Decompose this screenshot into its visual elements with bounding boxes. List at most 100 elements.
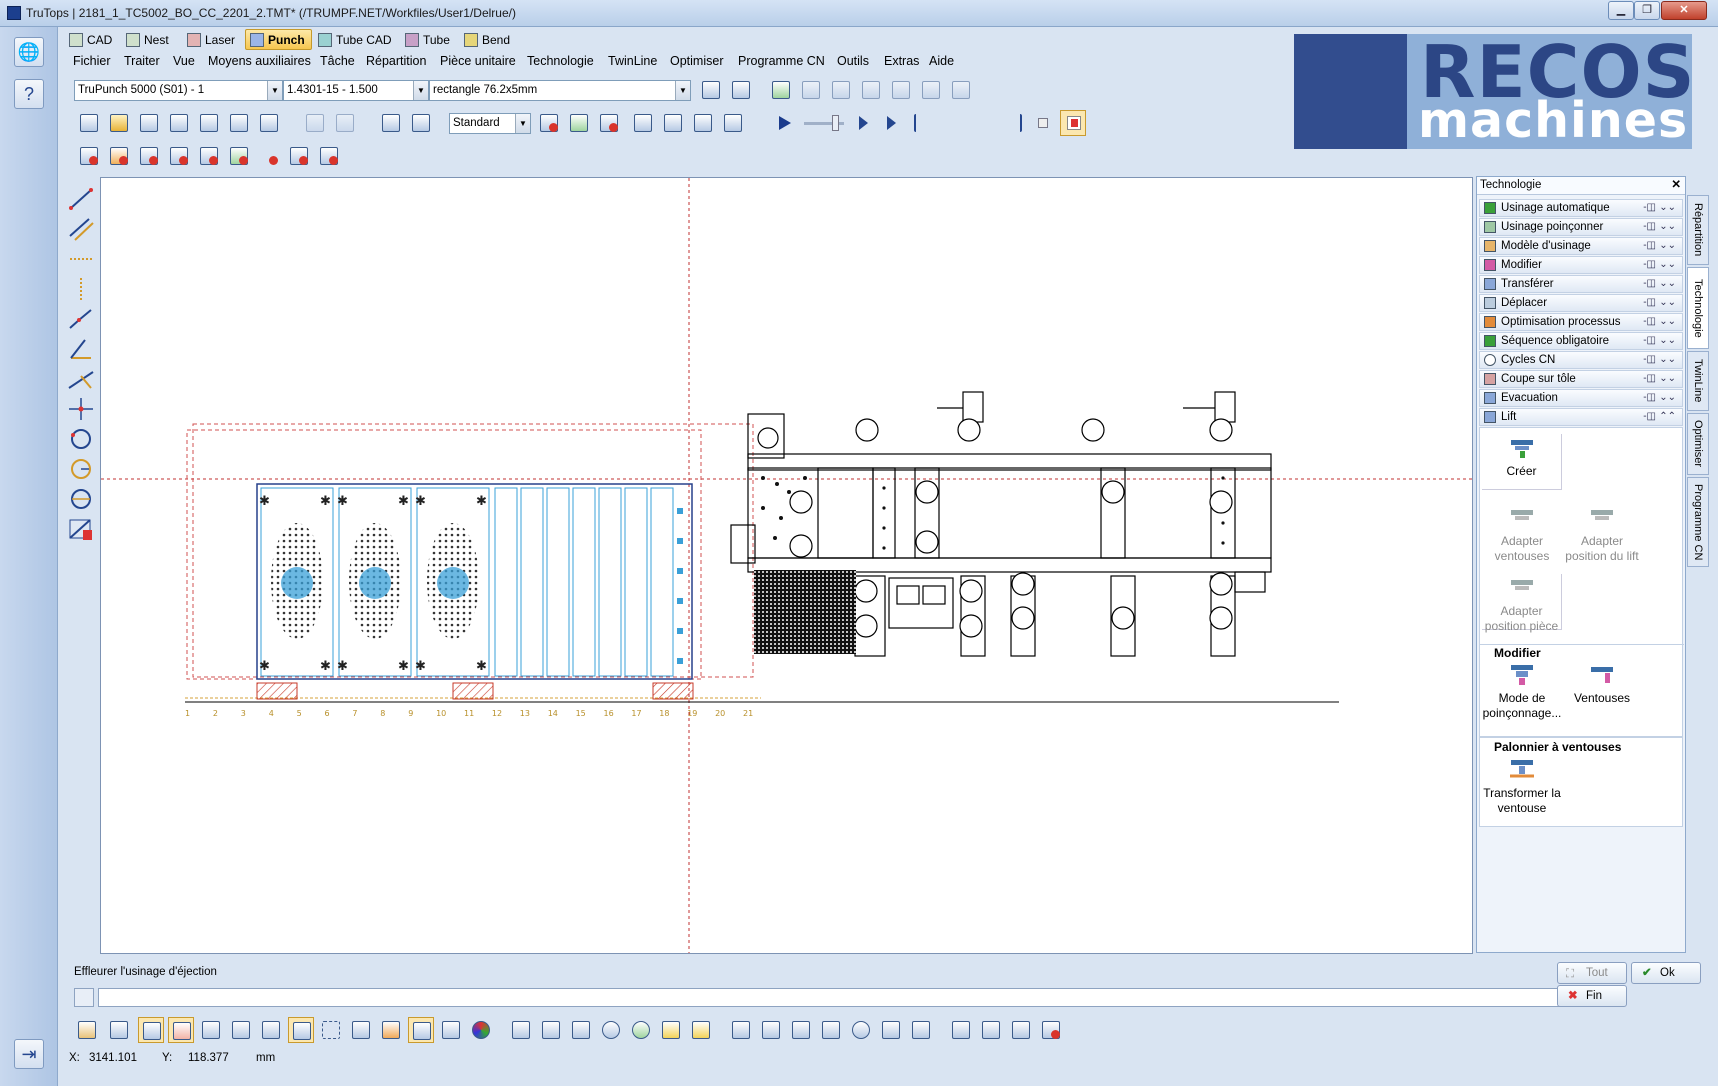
dimension-icon[interactable] [908,1017,934,1043]
nc-icon[interactable] [660,110,686,136]
fast-forward-icon[interactable] [880,110,906,136]
rewind-icon[interactable] [940,110,966,136]
menu-tache[interactable]: Tâche [320,54,355,68]
exit-icon[interactable]: ⇥ [14,1039,44,1069]
section-usinage-automatique[interactable]: Usinage automatique -◫ ⌄⌄ [1479,199,1683,217]
dimension-icon[interactable] [788,1017,814,1043]
nest-auto-icon[interactable] [378,110,404,136]
tool-select[interactable]: rectangle 76.2x5mm ▼ [429,80,691,101]
globe-icon[interactable]: 🌐 [14,37,44,67]
measure-icon[interactable] [258,1017,284,1043]
grid-icon[interactable] [888,77,914,103]
chevron-down-icon[interactable]: ⌄⌄ [1659,371,1676,387]
copy-icon[interactable] [828,77,854,103]
tab-nest[interactable]: Nest [121,29,176,50]
ok-button[interactable]: ✔ Ok [1631,962,1701,984]
section-cycles-cn[interactable]: Cycles CN -◫ ⌄⌄ [1479,351,1683,369]
sheet-green-icon[interactable] [566,110,592,136]
keyboard-icon[interactable] [74,988,94,1007]
section-evacuation[interactable]: Evacuation -◫ ⌄⌄ [1479,389,1683,407]
snap-icon[interactable] [74,1017,100,1043]
section-transferer[interactable]: Transférer -◫ ⌄⌄ [1479,275,1683,293]
pin-icon[interactable]: -◫ [1643,314,1656,330]
open-file-icon[interactable] [106,110,132,136]
menu-fichier[interactable]: Fichier [73,54,111,68]
origin-icon[interactable] [378,1017,404,1043]
sheet-red-icon[interactable] [136,143,162,169]
zoom-sheet-icon[interactable] [658,1017,684,1043]
drawing-canvas[interactable]: ✱ ✱ ✱ ✱ ✱ ✱ ✱ ✱ ✱ ✱ ✱ ✱ 1 2 3 4 5 6 7 8 … [100,177,1473,954]
copy-part-icon[interactable] [228,1017,254,1043]
pin-icon[interactable]: -◫ [1643,238,1656,254]
tab-tube[interactable]: Tube [400,29,457,50]
menu-programme-cn[interactable]: Programme CN [738,54,825,68]
horizontal-line-icon[interactable] [67,246,95,272]
play-icon[interactable] [772,110,798,136]
circle-icon[interactable] [67,426,95,452]
all-button[interactable]: ⛶ Tout [1557,962,1627,984]
material-select[interactable]: 1.4301-15 - 1.500 ▼ [283,80,429,101]
sheet-red-icon[interactable] [596,110,622,136]
menu-repartition[interactable]: Répartition [366,54,426,68]
pin-icon[interactable]: -◫ [1643,219,1656,235]
chevron-down-icon[interactable]: ⌄⌄ [1659,333,1676,349]
zoom-prev-icon[interactable] [628,1017,654,1043]
tab-cad[interactable]: CAD [64,29,119,50]
section-modifier[interactable]: Modifier -◫ ⌄⌄ [1479,256,1683,274]
pin-icon[interactable]: -◫ [1643,257,1656,273]
command-input[interactable]: ▼ [98,988,1615,1007]
zoom-part-icon[interactable] [688,1017,714,1043]
record-icon[interactable] [1060,110,1086,136]
grid-view-icon[interactable] [168,1017,194,1043]
angle-line-icon[interactable] [67,336,95,362]
section-usinage-poinconner[interactable]: Usinage poinçonner -◫ ⌄⌄ [1479,218,1683,236]
vertical-line-icon[interactable] [67,276,95,302]
circle-center-icon[interactable] [67,456,95,482]
lift-view-icon[interactable] [288,1017,314,1043]
grid-icon[interactable] [948,77,974,103]
pin-icon[interactable]: -◫ [1643,200,1656,216]
section-modele-usinage[interactable]: Modèle d'usinage -◫ ⌄⌄ [1479,237,1683,255]
side-tab-programme-cn[interactable]: Programme CN [1687,477,1709,567]
frame-icon[interactable] [348,1017,374,1043]
section-optimisation-processus[interactable]: Optimisation processus -◫ ⌄⌄ [1479,313,1683,331]
print-icon[interactable] [256,110,282,136]
adapt-lift-button[interactable]: Adapter position du lift [1562,504,1642,564]
side-tab-technologie[interactable]: Technologie [1687,267,1709,349]
transfer-icon[interactable] [798,77,824,103]
list-icon[interactable] [630,110,656,136]
dimension-icon[interactable] [848,1017,874,1043]
zoom-all-icon[interactable] [568,1017,594,1043]
side-tab-repartition[interactable]: Répartition [1687,195,1709,265]
run-icon[interactable] [408,110,434,136]
chevron-down-icon[interactable]: ⌄⌄ [1659,390,1676,406]
cups-button[interactable]: Ventouses [1562,661,1642,706]
forward-icon[interactable] [970,110,996,136]
zoom-window-icon[interactable] [538,1017,564,1043]
dimension-icon[interactable] [818,1017,844,1043]
pin-icon[interactable]: -◫ [1643,352,1656,368]
save-all-icon[interactable] [166,110,192,136]
tab-bend[interactable]: Bend [459,29,517,50]
angle-dimension-icon[interactable] [878,1017,904,1043]
chevron-up-icon[interactable]: ⌃⌃ [1659,409,1676,425]
tab-punch[interactable]: Punch [245,29,312,50]
chevron-down-icon[interactable]: ⌄⌄ [1659,219,1676,235]
section-deplacer[interactable]: Déplacer -◫ ⌄⌄ [1479,294,1683,312]
part-view-icon[interactable] [138,1017,164,1043]
chevron-down-icon[interactable]: ⌄⌄ [1659,276,1676,292]
go-start-icon[interactable] [910,110,936,136]
go-end-icon[interactable] [1000,110,1026,136]
step-forward-icon[interactable] [852,110,878,136]
parallel-line-icon[interactable] [67,216,95,242]
cut-red-icon[interactable] [316,143,342,169]
help-icon[interactable]: ? [14,79,44,109]
close-icon[interactable]: ✕ [1671,177,1681,194]
redo-icon[interactable] [332,110,358,136]
speed-slider[interactable] [802,110,846,136]
part-red-icon[interactable] [196,143,222,169]
section-sequence-obligatoire[interactable]: Séquence obligatoire -◫ ⌄⌄ [1479,332,1683,350]
report-icon[interactable] [948,1017,974,1043]
punch-mode-button[interactable]: Mode de poinçonnage... [1482,661,1562,721]
pin-icon[interactable]: -◫ [1643,333,1656,349]
